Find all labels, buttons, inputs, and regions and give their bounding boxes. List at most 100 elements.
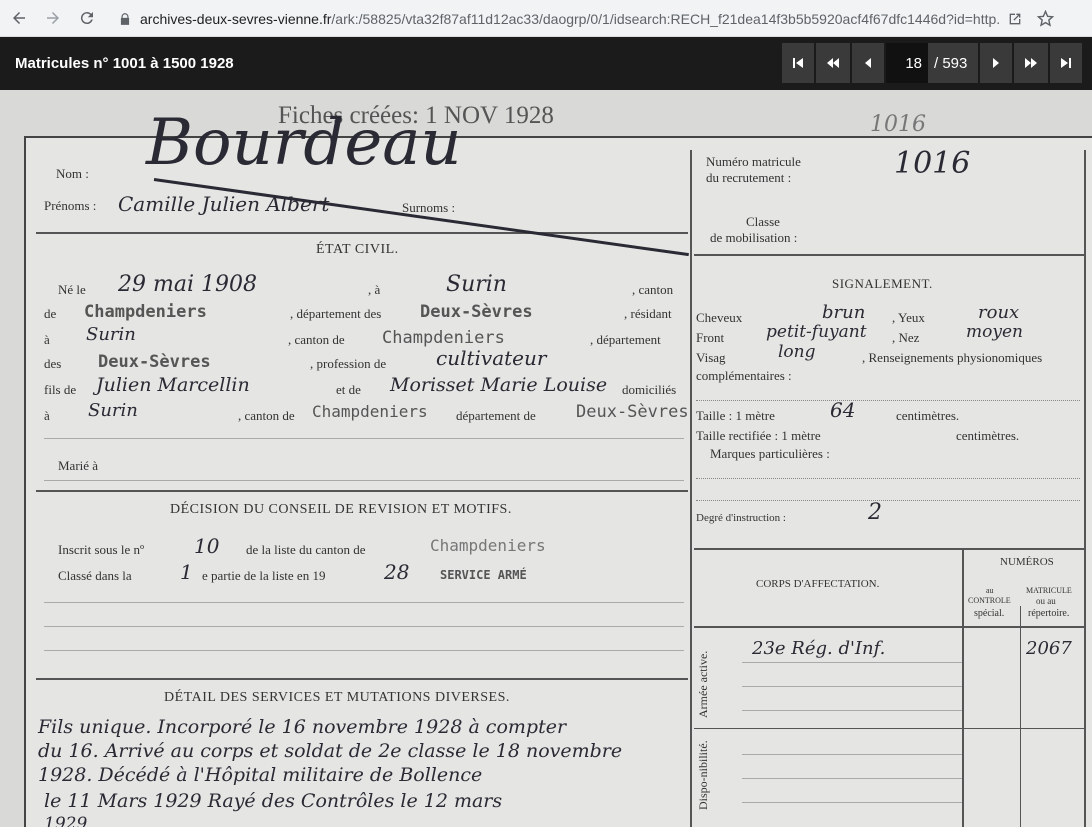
ruled-line <box>44 650 684 651</box>
detail-line-5: 1929 <box>44 814 88 827</box>
departement2-value: Deux-Sèvres <box>98 352 211 372</box>
lock-icon <box>120 12 130 25</box>
surnoms-label: Surnoms : <box>402 200 456 215</box>
ruled-line <box>742 754 962 755</box>
departement2-label: , département <box>590 332 661 347</box>
au-controle-2: CONTROLE <box>968 596 1011 605</box>
last-page-button[interactable] <box>1050 43 1082 83</box>
partie-label: e partie de la liste en 19 <box>202 568 326 583</box>
canton3-label: , canton de <box>238 408 295 423</box>
rewind-button[interactable] <box>816 43 850 83</box>
viewer-toolbar: Matricules n° 1001 à 1500 1928 / 593 <box>0 37 1092 90</box>
bookmark-star-icon[interactable] <box>1030 7 1060 31</box>
ruled-line <box>44 626 684 627</box>
nom-label: Nom : <box>56 166 89 181</box>
cheveux-label: Cheveux <box>696 310 743 325</box>
nez-value: moyen <box>966 322 1023 342</box>
departement-value: Deux-Sèvres <box>420 302 533 322</box>
numeros-subdivider <box>1020 606 1021 827</box>
next-page-button[interactable] <box>980 43 1012 83</box>
ruled-line <box>44 602 684 603</box>
numero-matricule-label-1: Numéro matricule <box>706 154 801 169</box>
ruled-line <box>44 438 684 439</box>
page-number-input[interactable] <box>886 43 928 83</box>
centimetres2-label: centimètres. <box>956 428 1020 443</box>
last-page-icon <box>1061 58 1071 68</box>
inscrit-value: 10 <box>194 534 220 558</box>
degre-label: Degré d'instruction : <box>696 512 786 524</box>
matricule-corps-value: 2067 <box>1026 638 1072 659</box>
detail-line-4: le 11 Mars 1929 Rayé des Contrôles le 12… <box>44 790 503 812</box>
birth-date: 29 mai 1908 <box>118 272 257 297</box>
nom-value: Bourdeau <box>146 106 462 180</box>
armee-active-label: Armée active. <box>696 650 710 718</box>
disponibilite-label: Dispo-nibilité. <box>696 740 710 810</box>
fast-forward-button[interactable] <box>1014 43 1048 83</box>
signalement-heading: SIGNALEMENT. <box>832 276 933 291</box>
partie-value: 1 <box>180 560 193 584</box>
previous-page-button[interactable] <box>852 43 884 83</box>
departement3-label: département de <box>456 408 536 423</box>
visage-label: Visag <box>696 350 726 365</box>
departement3-value: Deux-Sèvres <box>576 402 689 422</box>
prenoms-label: Prénoms : <box>44 198 97 213</box>
au-controle-1: au <box>986 586 994 595</box>
forward-arrow-icon[interactable] <box>38 3 68 33</box>
visage-value: long <box>778 342 816 362</box>
yeux-value: roux <box>978 302 1020 323</box>
a3-label: à <box>44 408 50 423</box>
etat-civil-heading: ÉTAT CIVIL. <box>316 242 399 257</box>
corps-heading: CORPS D'AFFECTATION. <box>756 578 880 590</box>
front-value: petit-fuyant <box>766 322 867 342</box>
document-viewport[interactable]: Fiches créées: 1 NOV 1928 1016 Nom : Bou… <box>0 90 1092 827</box>
rewind-icon <box>827 58 839 68</box>
page-total: / 593 <box>934 54 968 72</box>
registration-card: Nom : Bourdeau Prénoms : Camille Julien … <box>24 106 1092 827</box>
reload-icon[interactable] <box>72 3 102 33</box>
detail-line-2: du 16. Arrivé au corps et soldat de 2e c… <box>38 740 623 762</box>
de-label: de <box>44 306 57 321</box>
a2-label: à <box>44 332 50 347</box>
address-bar[interactable]: archives-deux-sevres-vienne.fr/ark:/5882… <box>112 4 1082 33</box>
pager: / 593 <box>782 43 1084 83</box>
divider-classe <box>694 254 1084 256</box>
cheveux-value: brun <box>822 302 866 323</box>
degre-value: 2 <box>868 500 882 525</box>
corps-value: 23e Rég. d'Inf. <box>752 638 886 659</box>
canton-label: , canton <box>632 282 674 297</box>
ne-le-label: Né le <box>58 282 86 297</box>
dotted-line <box>696 478 1080 479</box>
share-icon[interactable] <box>1000 7 1030 31</box>
back-arrow-icon[interactable] <box>4 3 34 33</box>
classe-label-1: Classe <box>746 214 780 229</box>
marie-label: Marié à <box>58 458 99 473</box>
liste-label: de la liste du canton de <box>246 542 366 557</box>
detail-heading: DÉTAIL DES SERVICES ET MUTATIONS DIVERSE… <box>164 690 510 705</box>
yeux-label: , Yeux <box>892 310 925 325</box>
residence: Surin <box>86 324 136 345</box>
taille-rectifiee-label: Taille rectifiée : 1 mètre <box>696 428 821 443</box>
divider-armee <box>694 728 1084 729</box>
a-label: , à <box>368 282 381 297</box>
classe-label-2: de mobilisation : <box>710 230 798 245</box>
taille-value: 64 <box>830 398 856 422</box>
ruled-line <box>742 710 962 711</box>
father: Julien Marcellin <box>96 374 250 396</box>
classe-dans-label: Classé dans la <box>58 568 132 583</box>
canton-value: Champdeniers <box>84 302 207 322</box>
divider-corps-header <box>694 626 1084 628</box>
url-text[interactable]: archives-deux-sevres-vienne.fr/ark:/5882… <box>140 11 1000 27</box>
first-page-button[interactable] <box>782 43 814 83</box>
centimetres-label: centimètres. <box>896 408 960 423</box>
des-label: des <box>44 356 62 371</box>
numeros-divider <box>962 548 964 827</box>
numero-matricule-value: 1016 <box>894 146 971 181</box>
detail-line-3: 1928. Décédé à l'Hôpital militaire de Bo… <box>38 764 483 786</box>
browser-toolbar: archives-deux-sevres-vienne.fr/ark:/5882… <box>0 0 1092 37</box>
dotted-line <box>696 500 1080 501</box>
annee-value: 28 <box>384 560 410 584</box>
fils-label: fils de <box>44 382 77 397</box>
inscrit-label: Inscrit sous le nº <box>58 542 144 557</box>
divider-etat-civil <box>36 490 688 492</box>
dotted-line <box>696 400 1080 401</box>
